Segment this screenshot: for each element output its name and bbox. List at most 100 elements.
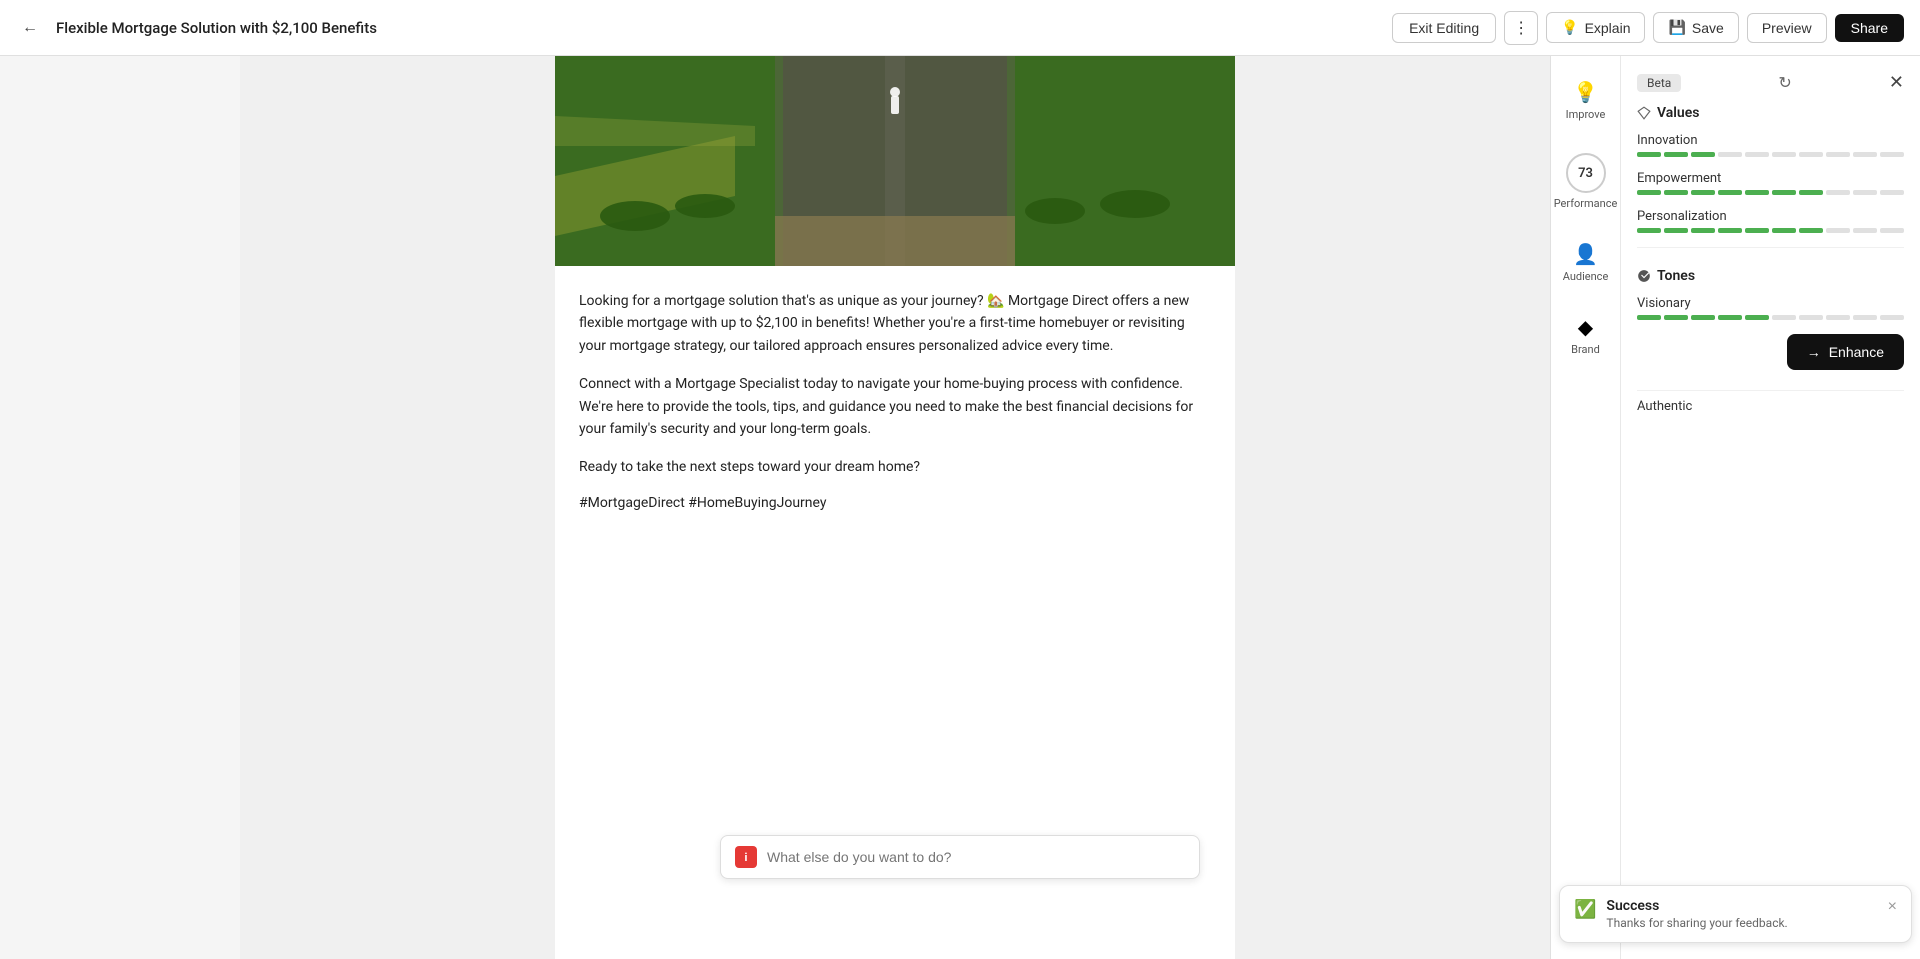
bar-segment bbox=[1718, 315, 1742, 320]
bar-segment bbox=[1853, 315, 1877, 320]
bar-segment bbox=[1745, 228, 1769, 233]
tones-label: Tones bbox=[1657, 268, 1695, 284]
toast-close-button[interactable]: × bbox=[1888, 898, 1897, 916]
more-options-button[interactable]: ⋮ bbox=[1504, 11, 1538, 45]
chat-input-row: i bbox=[720, 835, 1200, 879]
chat-input-area: i bbox=[720, 835, 1200, 879]
value-item-empowerment: Empowerment bbox=[1637, 171, 1904, 195]
left-sidebar bbox=[0, 56, 240, 959]
value-name: Innovation bbox=[1637, 133, 1904, 148]
bar-segment bbox=[1691, 190, 1715, 195]
divider bbox=[1637, 247, 1904, 248]
explain-button[interactable]: 💡 Explain bbox=[1546, 12, 1645, 43]
beta-badge: Beta bbox=[1637, 74, 1681, 92]
paragraph-3: Ready to take the next steps toward your… bbox=[579, 456, 1211, 478]
toast-close-icon: × bbox=[1888, 898, 1897, 915]
bar-segment bbox=[1880, 315, 1904, 320]
bar-segment bbox=[1637, 228, 1661, 233]
performance-label: Performance bbox=[1554, 197, 1618, 210]
bar-segment bbox=[1880, 228, 1904, 233]
bar-segment bbox=[1664, 228, 1688, 233]
topbar-actions: Exit Editing ⋮ 💡 Explain 💾 Save Preview … bbox=[1392, 11, 1904, 45]
bar-segment bbox=[1799, 152, 1823, 157]
toast-title: Success bbox=[1606, 898, 1877, 914]
chat-icon-label: i bbox=[745, 851, 748, 864]
hashtags: #MortgageDirect #HomeBuyingJourney bbox=[579, 495, 1211, 511]
tone-bar bbox=[1637, 315, 1904, 320]
bar-segment bbox=[1799, 190, 1823, 195]
save-button[interactable]: 💾 Save bbox=[1653, 12, 1738, 43]
hero-image bbox=[555, 56, 1235, 266]
sidebar-item-brand[interactable]: ◆ Brand bbox=[1556, 307, 1616, 364]
content-body: Looking for a mortgage solution that's a… bbox=[555, 266, 1235, 511]
bar-segment bbox=[1637, 152, 1661, 157]
bar-segment bbox=[1637, 190, 1661, 195]
enhance-button[interactable]: → Enhance bbox=[1787, 334, 1904, 370]
values-label: Values bbox=[1657, 105, 1699, 121]
bar-segment bbox=[1718, 190, 1742, 195]
improve-icon: 💡 bbox=[1573, 80, 1598, 104]
enhance-arrow-icon: → bbox=[1807, 344, 1821, 360]
right-sidebar: 💡 Improve 73 Performance 👤 Audience ◆ Br… bbox=[1550, 56, 1920, 959]
sidebar-item-audience[interactable]: 👤 Audience bbox=[1556, 234, 1616, 291]
explain-icon: 💡 bbox=[1561, 19, 1578, 36]
bar-segment bbox=[1745, 190, 1769, 195]
performance-value: 73 bbox=[1578, 166, 1593, 181]
right-panel: Beta ↻ ✕ Values Innovation Empowerment bbox=[1621, 56, 1920, 959]
bar-segment bbox=[1826, 190, 1850, 195]
value-name: Empowerment bbox=[1637, 171, 1904, 186]
panel-topbar: Beta ↻ ✕ bbox=[1637, 72, 1904, 93]
bar-segment bbox=[1799, 228, 1823, 233]
sidebar-item-performance[interactable]: 73 Performance bbox=[1556, 145, 1616, 218]
exit-editing-button[interactable]: Exit Editing bbox=[1392, 13, 1496, 43]
paragraph-2: Connect with a Mortgage Specialist today… bbox=[579, 373, 1211, 440]
center-content: Looking for a mortgage solution that's a… bbox=[240, 56, 1550, 959]
value-name: Personalization bbox=[1637, 209, 1904, 224]
audience-icon: 👤 bbox=[1573, 242, 1598, 266]
paragraph-1: Looking for a mortgage solution that's a… bbox=[579, 290, 1211, 357]
bar-segment bbox=[1691, 152, 1715, 157]
values-container: Innovation Empowerment Personalization bbox=[1637, 133, 1904, 233]
bar-segment bbox=[1664, 152, 1688, 157]
authentic-label: Authentic bbox=[1637, 399, 1692, 414]
chat-input[interactable] bbox=[767, 849, 1185, 865]
brand-label: Brand bbox=[1571, 343, 1600, 356]
bar-segment bbox=[1880, 152, 1904, 157]
right-icon-bar: 💡 Improve 73 Performance 👤 Audience ◆ Br… bbox=[1551, 56, 1621, 959]
bar-segment bbox=[1853, 228, 1877, 233]
sidebar-item-improve[interactable]: 💡 Improve bbox=[1556, 72, 1616, 129]
back-icon: ← bbox=[22, 19, 38, 37]
improve-label: Improve bbox=[1566, 108, 1606, 121]
close-panel-button[interactable]: ✕ bbox=[1889, 72, 1904, 93]
authentic-item: Authentic bbox=[1637, 390, 1904, 414]
values-section-title: Values bbox=[1637, 105, 1904, 121]
content-card: Looking for a mortgage solution that's a… bbox=[555, 56, 1235, 959]
diamond-icon bbox=[1637, 106, 1651, 120]
bar-segment bbox=[1853, 152, 1877, 157]
tones-section: Tones Visionary bbox=[1637, 268, 1904, 320]
tones-section-title: Tones bbox=[1637, 268, 1904, 284]
bar-segment bbox=[1664, 315, 1688, 320]
bar-segment bbox=[1637, 315, 1661, 320]
value-item-innovation: Innovation bbox=[1637, 133, 1904, 157]
right-sidebar-inner: 💡 Improve 73 Performance 👤 Audience ◆ Br… bbox=[1551, 56, 1920, 959]
save-icon: 💾 bbox=[1668, 19, 1685, 36]
success-toast: ✅ Success Thanks for sharing your feedba… bbox=[1559, 885, 1912, 943]
bar-segment bbox=[1718, 228, 1742, 233]
bar-segment bbox=[1772, 152, 1796, 157]
topbar: ← Flexible Mortgage Solution with $2,100… bbox=[0, 0, 1920, 56]
preview-button[interactable]: Preview bbox=[1747, 13, 1827, 43]
more-icon: ⋮ bbox=[1513, 20, 1529, 37]
bar-segment bbox=[1826, 315, 1850, 320]
back-button[interactable]: ← bbox=[16, 14, 44, 42]
share-button[interactable]: Share bbox=[1835, 14, 1904, 42]
bar-segment bbox=[1664, 190, 1688, 195]
value-bar bbox=[1637, 190, 1904, 195]
tone-name: Visionary bbox=[1637, 296, 1904, 311]
bar-segment bbox=[1826, 228, 1850, 233]
bar-segment bbox=[1772, 228, 1796, 233]
explain-label: Explain bbox=[1585, 20, 1631, 36]
value-bar bbox=[1637, 228, 1904, 233]
refresh-button[interactable]: ↻ bbox=[1778, 73, 1791, 93]
toast-success-icon: ✅ bbox=[1574, 899, 1596, 920]
